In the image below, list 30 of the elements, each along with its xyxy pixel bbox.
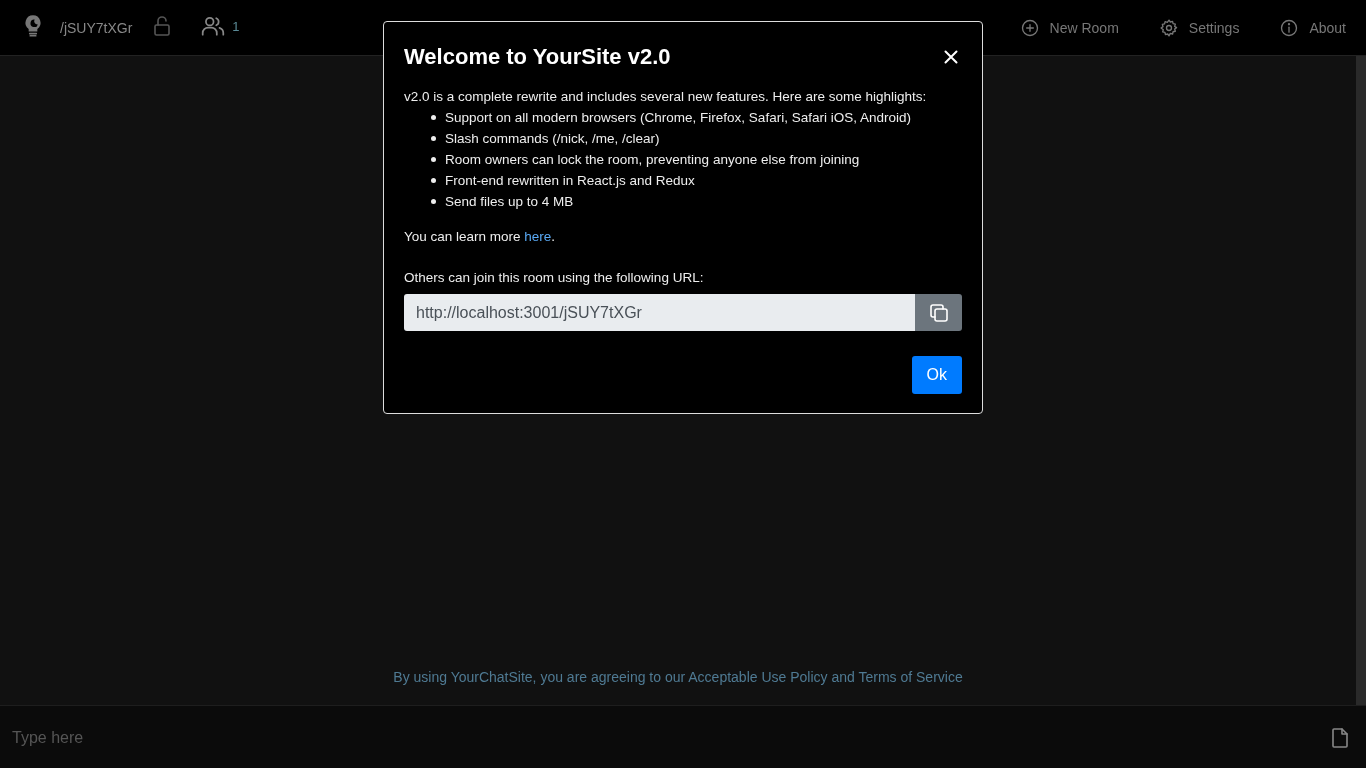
scrollbar[interactable] [1356,56,1366,705]
nav-link[interactable]: About [1279,17,1346,38]
attach-file-button[interactable] [1320,706,1366,768]
room-path: /jSUY7tXGr [60,19,133,36]
info-icon [1279,17,1300,38]
url-field[interactable]: http://localhost:3001/jSUY7tXGr [404,294,915,331]
highlight-item: Send files up to 4 MB [445,193,574,211]
highlight-item: Slash commands (/nick, /me, /clear) [445,130,660,148]
copy-button[interactable] [915,294,962,331]
plus-circle-icon [1019,17,1040,38]
terms-notice: By using YourChatSite, you are agreeing to our Acceptable Use Policy and Terms of Service [393,669,963,685]
ok-button[interactable]: Ok [911,356,962,394]
bullet-icon [431,136,436,141]
highlight-item: Support on all modern browsers (Chrome, Firefox, Safari, Safari iOS, Android) [445,109,911,127]
learn-more-text: You can learn more here. [404,228,557,246]
bullet-icon [431,157,436,162]
bullet-icon [431,178,436,183]
settings-icon [1158,17,1179,38]
intro-text: v2.0 is a complete rewrite and includes several new features. Here are some highlights: [404,88,928,106]
highlight-item: Front-end rewritten in React.js and Redux [445,172,695,190]
user-count: 1 [232,19,240,34]
bullet-icon [431,199,436,204]
bullet-icon [431,115,436,120]
nav-link[interactable]: New Room [1019,17,1119,38]
nav-link[interactable]: Settings [1158,17,1240,38]
message-input[interactable]: Type here [0,706,1320,768]
url-label: Others can join this room using the following URL: [404,269,705,287]
here-link[interactable]: here [524,229,552,244]
highlight-item: Room owners can lock the room, preventing anyone else from joining [445,151,860,169]
dialog-title: Welcome to YourSite v2.0 [404,44,671,70]
